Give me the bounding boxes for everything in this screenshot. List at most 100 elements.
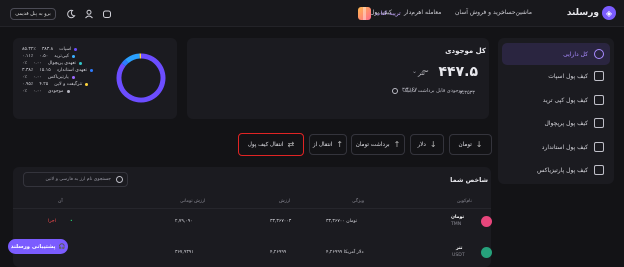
wallet-icon xyxy=(594,165,604,175)
legend-row: ۰٪ ۰.۰۰ تعهدی پرپچوال xyxy=(22,61,82,66)
row-coin-sub: USDT xyxy=(452,253,465,258)
legend-color-dot xyxy=(72,76,75,79)
legend-percent: ۳.۳۸٪ xyxy=(22,68,33,73)
wallet-icon xyxy=(594,142,604,152)
legend-percent: ۰.۱۱٪ xyxy=(22,54,33,59)
legend-color-dot xyxy=(67,90,70,93)
sidebar-item-label: کیف پول پارتیزیاکس xyxy=(537,167,588,174)
sidebar-item-label: کیف پول استاندارد xyxy=(542,144,588,151)
legend-label: تعهدی پرپچوال xyxy=(48,61,76,66)
dollar-button[interactable]: دلار↓ xyxy=(410,134,444,155)
search-input[interactable]: جستجوی نام ارز به فارسی و لاتین xyxy=(23,172,128,187)
action-label: برداشت تومان xyxy=(356,142,390,148)
col-header-value: ارزش xyxy=(279,199,290,204)
col-header-action: آن xyxy=(58,199,63,204)
action-label: انتقال از xyxy=(313,142,332,148)
col-header-toman-value: ارزش تومانی xyxy=(180,199,205,204)
transfer-arrows-icon: ⇄ xyxy=(287,140,294,149)
brand-name: ورسلند xyxy=(567,8,599,18)
col-header-feature: ویژگی xyxy=(352,199,364,204)
legend-value: ۴.۲۵ xyxy=(39,82,48,87)
action-label: دلار xyxy=(417,142,425,148)
balance-title: کل موجودی xyxy=(445,47,486,55)
legend-color-dot xyxy=(79,62,82,65)
brand-logo[interactable]: ورسلند ◈ xyxy=(567,6,616,20)
donut-segment xyxy=(124,61,127,64)
donut-segments xyxy=(119,56,163,100)
wallet-icon xyxy=(594,95,604,105)
table-title: شاخص شما xyxy=(450,176,488,184)
toman-coin-icon xyxy=(481,216,492,227)
legend-value: ۰.۵۰ xyxy=(39,54,48,59)
sidebar-item-label: کیف پول پرپچوال xyxy=(545,120,588,127)
legend-row: ۳.۳۸٪ ۱۵.۱۵ تعهدی استاندارد xyxy=(22,68,93,73)
logo-icon: ◈ xyxy=(602,6,616,20)
legend-label: اسپات xyxy=(59,47,71,52)
withdraw-toman-button[interactable]: برداشت تومان↑ xyxy=(351,134,405,155)
deposit-button[interactable]: انتقال از ↑ xyxy=(309,134,347,155)
support-button[interactable]: پشتیبانی ورسلند 🎧 xyxy=(8,239,68,254)
legend-value: ۰.۰۰ xyxy=(33,75,42,80)
legend-percent: ۸۵.۳۲٪ xyxy=(22,47,36,52)
toman-button[interactable]: تومان ↓ xyxy=(449,134,492,155)
legend-color-dot xyxy=(74,48,77,51)
old-panel-button[interactable]: برو به پنل قدیمی xyxy=(10,8,56,20)
arrow-up-icon: ↑ xyxy=(336,140,343,149)
row-divider xyxy=(13,208,491,209)
sidebar-item-perpetual[interactable]: کیف پول پرپچوال xyxy=(502,112,610,134)
legend-label: موجودی xyxy=(48,89,64,94)
chevron-down-icon[interactable]: ⌄ xyxy=(412,68,417,75)
home-icon[interactable] xyxy=(101,8,112,19)
legend-label: کپی‌ترید xyxy=(54,54,69,59)
row-coin: تتر xyxy=(456,246,462,251)
legend-percent: ۰٪ xyxy=(22,61,27,66)
legend-percent: ۰٪ xyxy=(22,75,27,80)
arrow-down-icon: ↓ xyxy=(476,140,483,149)
wallet-sidebar: کل دارایی کیف پول اسپات کیف پول کپی ترید… xyxy=(498,38,614,184)
headset-icon: 🎧 xyxy=(59,244,66,250)
legend-label: تترگیفت و لاین xyxy=(54,82,82,87)
gift-icon xyxy=(358,7,371,20)
user-icon[interactable] xyxy=(83,8,94,19)
legend-color-dot xyxy=(72,55,75,58)
legend-percent: ۰٪ xyxy=(22,89,27,94)
legend-row: ۸۵.۳۲٪ ۳۸۳.۸ اسپات xyxy=(22,47,77,52)
legend-percent: ۰.۹۵٪ xyxy=(22,82,33,87)
legend-label: پارتیزیاکس xyxy=(48,75,69,80)
info-icon[interactable] xyxy=(392,88,398,94)
theme-moon-icon[interactable] xyxy=(65,8,76,19)
sidebar-item-partizyax[interactable]: کیف پول پارتیزیاکس xyxy=(502,159,610,181)
transfer-wallet-button[interactable]: انتقال کیف پول⇄ xyxy=(238,133,304,156)
row-action-dot: • xyxy=(70,219,73,224)
legend-label: تعهدی استاندارد xyxy=(57,68,87,73)
row-toman-value: ۳۶۷,۹۳۹۱ xyxy=(175,250,194,255)
row-feature: دلار آمریکا ۴,۲۶۹۹۹ xyxy=(326,250,364,255)
search-icon xyxy=(116,176,123,183)
legend-value: ۰.۰۰ xyxy=(33,61,42,66)
sidebar-item-label: کیف پول اسپات xyxy=(548,73,588,80)
row-value: ۳۳,۳۶۷۰۰۳ xyxy=(270,219,291,224)
book-label: تریبه کتاب xyxy=(375,10,401,17)
support-label: پشتیبانی ورسلند xyxy=(11,244,56,250)
balance-currency[interactable]: تتر xyxy=(418,70,425,77)
sidebar-item-spot[interactable]: کیف پول اسپات xyxy=(502,65,610,87)
book-button[interactable]: تریبه کتاب xyxy=(358,6,414,21)
asset-donut-chart xyxy=(111,45,171,111)
row-action-link[interactable]: اجرا xyxy=(48,219,56,224)
row-feature: ۳۳,۳۶۷۰۰ تومان xyxy=(326,219,357,224)
balance-sub-label: موجودی قابل برداشت ماینیگ xyxy=(403,88,464,94)
row-value: ۴,۲۶۹۹۹ xyxy=(270,250,286,255)
row-coin: تومان xyxy=(451,215,464,220)
legend-color-dot xyxy=(85,83,88,86)
action-label: تومان xyxy=(459,142,472,148)
sidebar-item-standard[interactable]: کیف پول استاندارد xyxy=(502,136,610,158)
sidebar-item-copy-trade[interactable]: کیف پول کپی ترید xyxy=(502,89,610,111)
search-placeholder: جستجوی نام ارز به فارسی و لاتین xyxy=(46,177,112,182)
nav-easy-trade[interactable]: خرید و فروش آسان xyxy=(455,9,505,16)
legend-value: ۱۵.۱۵ xyxy=(39,68,50,73)
sidebar-item-total-assets[interactable]: کل دارایی xyxy=(502,43,610,65)
col-header-coin: نام‌کوین xyxy=(457,199,472,204)
legend-value: ۳۸۳.۸ xyxy=(42,47,53,52)
legend-row: ۰.۹۵٪ ۴.۲۵ تترگیفت و لاین xyxy=(22,82,88,87)
tether-coin-icon xyxy=(481,247,492,258)
